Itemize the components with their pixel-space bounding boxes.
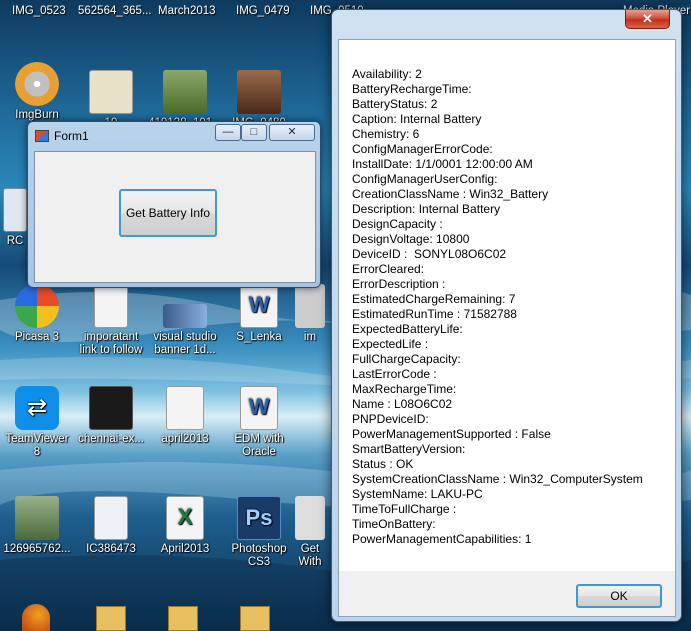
- word-document-icon: W: [240, 284, 278, 328]
- desktop-icon-label[interactable]: 562564_365...: [78, 5, 152, 17]
- battery-info-text: Availability: 2 BatteryRechargeTime: Batte…: [352, 67, 670, 547]
- excel-document-icon: X: [166, 496, 204, 540]
- battery-info-line: Caption: Internal Battery: [352, 112, 482, 126]
- battery-info-line: PowerManagementCapabilities: 1: [352, 532, 532, 546]
- desktop-icon-im[interactable]: im: [290, 284, 330, 344]
- desktop-icon-edm-oracle[interactable]: W EDM with Oracle: [222, 386, 296, 459]
- desktop-icon-visual-studio-banner[interactable]: visual studio banner 1d...: [148, 284, 222, 357]
- desktop-icon-folder-partial[interactable]: [96, 606, 126, 631]
- teamviewer-icon: ⇄: [15, 386, 59, 430]
- desktop-icon-s-lenka[interactable]: W S_Lenka: [222, 284, 296, 344]
- window-title: Form1: [54, 129, 89, 143]
- image-file-icon: [94, 496, 128, 540]
- battery-info-line: TimeOnBattery:: [352, 517, 436, 531]
- battery-info-line: Name : L08O6C02: [352, 397, 453, 411]
- desktop-icon-april2013-excel[interactable]: X April2013: [148, 496, 222, 556]
- close-button[interactable]: ✕: [625, 10, 670, 29]
- battery-info-line: EstimatedChargeRemaining: 7: [352, 292, 516, 306]
- battery-info-line: CreationClassName : Win32_Battery: [352, 187, 549, 201]
- battery-info-line: FullChargeCapacity:: [352, 352, 461, 366]
- battery-info-line: SmartBatteryVersion:: [352, 442, 466, 456]
- battery-info-line: ConfigManagerUserConfig:: [352, 172, 498, 186]
- battery-info-line: Description: Internal Battery: [352, 202, 501, 216]
- battery-info-line: InstallDate: 1/1/0001 12:00:00 AM: [352, 157, 533, 171]
- form1-client-area: Get Battery Info: [34, 151, 316, 283]
- pdf-document-icon: [166, 386, 204, 430]
- form-app-icon: [35, 130, 49, 142]
- battery-info-messagebox: ✕ Availability: 2 BatteryRechargeTime: Bat…: [331, 9, 682, 622]
- battery-info-line: MaxRechargeTime:: [352, 382, 457, 396]
- close-button[interactable]: ✕: [269, 124, 315, 141]
- photoshop-icon: Ps: [237, 496, 281, 540]
- battery-info-line: Chemistry: 6: [352, 127, 420, 141]
- image-file-icon: [89, 386, 133, 430]
- battery-info-line: ErrorDescription :: [352, 277, 446, 291]
- photo-icon: [15, 496, 59, 540]
- messagebox-content-panel: Availability: 2 BatteryRechargeTime: Batte…: [339, 40, 675, 571]
- image-file-icon: [295, 284, 325, 328]
- desktop-icon-firefox-partial[interactable]: [22, 604, 50, 631]
- battery-info-line: ExpectedBatteryLife:: [352, 322, 463, 336]
- desktop-icon-imporatant-link[interactable]: imporatant link to follow: [74, 284, 148, 357]
- document-icon: [295, 496, 325, 540]
- messagebox-client-area: Availability: 2 BatteryRechargeTime: Batte…: [338, 39, 676, 617]
- picasa-icon: [15, 284, 59, 328]
- desktop-icon-picasa[interactable]: Picasa 3: [0, 284, 74, 344]
- desktop-icon-april2013-pdf[interactable]: april2013: [148, 386, 222, 446]
- image-file-icon: [89, 70, 133, 114]
- desktop-icon-teamviewer[interactable]: ⇄ TeamViewer 8: [0, 386, 74, 459]
- form1-window: Form1 — □ ✕ Get Battery Info: [27, 121, 321, 288]
- ok-button[interactable]: OK: [576, 584, 662, 608]
- desktop-icon-photoshop[interactable]: Ps Photoshop CS3: [222, 496, 296, 569]
- desktop-icon-folder-partial[interactable]: [240, 606, 270, 631]
- minimize-button[interactable]: —: [215, 124, 241, 141]
- desktop-icon-label[interactable]: IMG_0523: [12, 5, 66, 17]
- battery-info-line: TimeToFullCharge :: [352, 502, 457, 516]
- battery-info-line: BatteryStatus: 2: [352, 97, 438, 111]
- battery-info-line: LastErrorCode :: [352, 367, 437, 381]
- desktop-icon-label[interactable]: March2013: [158, 5, 216, 17]
- desktop-icon-chennai[interactable]: chennai-ex...: [74, 386, 148, 446]
- image-file-icon: [163, 70, 207, 114]
- battery-info-line: SystemName: LAKU-PC: [352, 487, 483, 501]
- battery-info-line: DesignVoltage: 10800: [352, 232, 470, 246]
- desktop-icon-get-with[interactable]: Get With: [290, 496, 330, 569]
- battery-info-line: ErrorCleared:: [352, 262, 425, 276]
- battery-info-line: ExpectedLife :: [352, 337, 429, 351]
- word-document-icon: W: [240, 386, 278, 430]
- maximize-button[interactable]: □: [241, 124, 267, 141]
- battery-info-line: DeviceID : SONYL08O6C02: [352, 247, 507, 261]
- imgburn-disc-icon: [15, 62, 59, 106]
- battery-info-line: PNPDeviceID:: [352, 412, 429, 426]
- battery-info-line: DesignCapacity :: [352, 217, 443, 231]
- battery-info-line: SystemCreationClassName : Win32_Computer…: [352, 472, 643, 486]
- battery-info-line: EstimatedRunTime : 71582788: [352, 307, 517, 321]
- image-file-icon: [163, 304, 207, 328]
- battery-info-line: Status : OK: [352, 457, 414, 471]
- desktop-icon-imgburn[interactable]: ImgBurn: [0, 62, 74, 122]
- battery-info-line: BatteryRechargeTime:: [352, 82, 472, 96]
- document-icon: [3, 188, 27, 232]
- battery-info-line: ConfigManagerErrorCode:: [352, 142, 493, 156]
- desktop-icon-folder-partial[interactable]: [168, 606, 198, 631]
- battery-info-line: PowerManagementSupported : False: [352, 427, 551, 441]
- text-document-icon: [94, 284, 128, 328]
- image-file-icon: [237, 70, 281, 114]
- get-battery-info-button[interactable]: Get Battery Info: [119, 189, 217, 237]
- desktop-icon-label[interactable]: IMG_0479: [236, 5, 290, 17]
- battery-info-line: Availability: 2: [352, 67, 422, 81]
- desktop-icon-126965762[interactable]: 126965762...: [0, 496, 74, 556]
- desktop-icon-ic386473[interactable]: IC386473: [74, 496, 148, 556]
